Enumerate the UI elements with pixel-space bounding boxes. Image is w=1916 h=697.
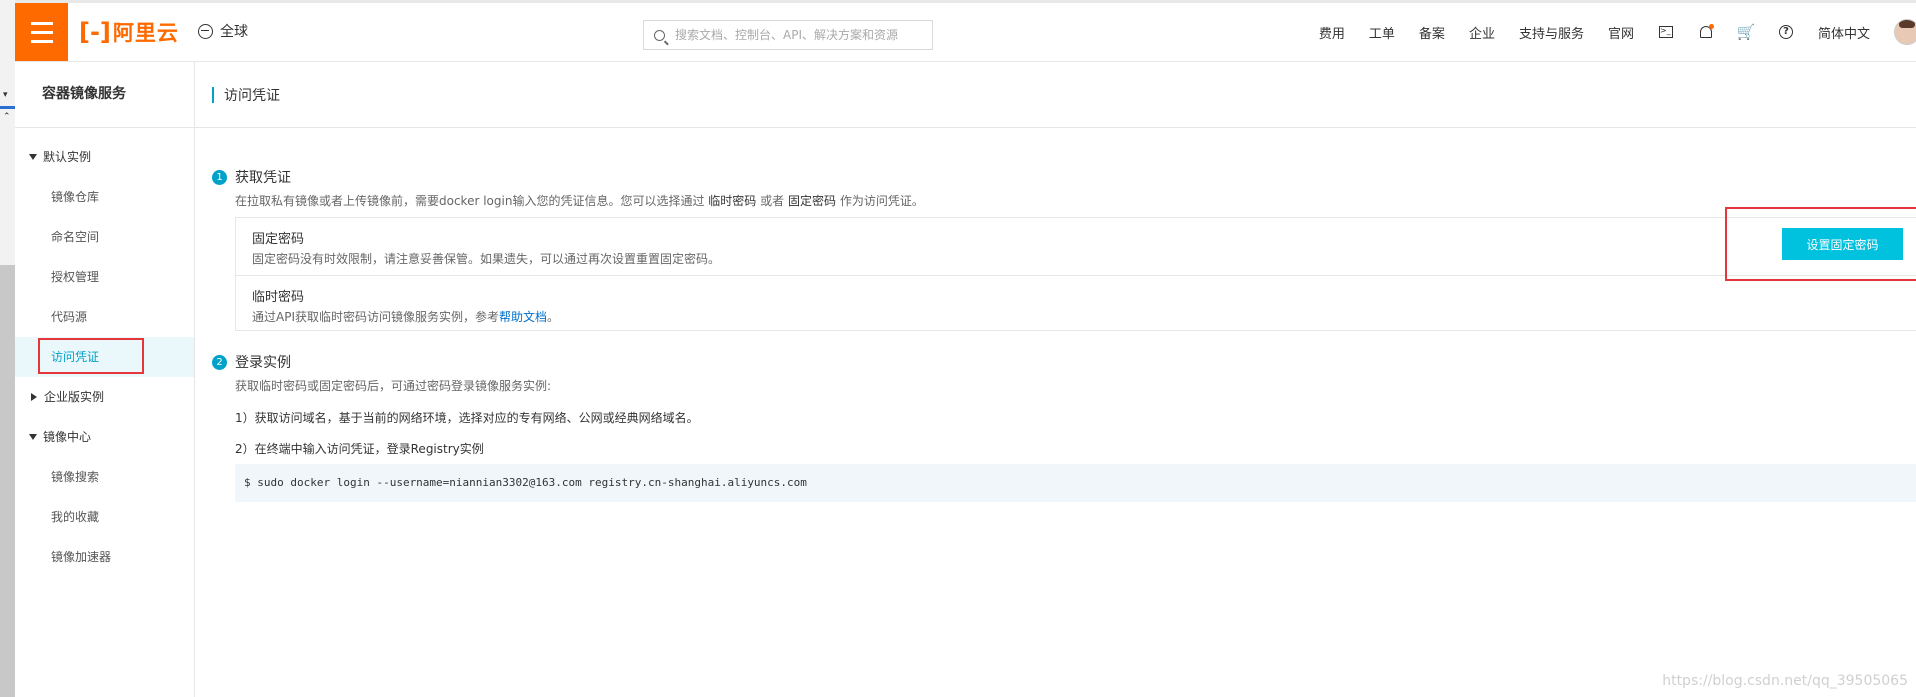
title-accent-bar	[212, 86, 214, 103]
sidebar-group-image-center[interactable]: 镜像中心	[15, 417, 194, 457]
terminal-button[interactable]: >_	[1658, 24, 1674, 40]
cart-button[interactable]: 🛒	[1736, 23, 1756, 41]
main-content: 访问凭证 1 获取凭证 在拉取私有镜像或者上传镜像前，需要docker logi…	[195, 62, 1916, 697]
sidebar-group-label: 企业版实例	[44, 390, 105, 404]
chevron-up-icon[interactable]: ⌃	[3, 112, 11, 122]
instruction-line-2: 2）在终端中输入访问凭证，登录Registry实例	[235, 442, 484, 456]
highlight-box	[38, 338, 144, 374]
nav-tickets[interactable]: 工单	[1369, 23, 1395, 42]
search-icon	[654, 29, 665, 41]
top-nav-links: 费用 工单 备案 企业 支持与服务 官网 >_ 🛒 ? 简体中文	[1295, 3, 1916, 61]
fixed-password-row: 固定密码 固定密码没有时效限制，请注意妥善保管。如果遗失，可以通过再次设置重置固…	[236, 218, 1916, 274]
sidebar-group-enterprise-instance[interactable]: 企业版实例	[15, 377, 194, 417]
sidebar-group-default-instance[interactable]: 默认实例	[15, 137, 194, 177]
aliyun-logo-icon: [-]	[79, 18, 111, 46]
scroll-indicator	[0, 106, 15, 109]
nav-icp-filing[interactable]: 备案	[1419, 23, 1445, 42]
step-number-badge: 2	[212, 354, 227, 370]
dropdown-arrow-icon[interactable]: ▾	[3, 90, 8, 100]
brand-logo[interactable]: [-] 阿里云	[79, 18, 179, 46]
desc-text: 在拉取私有镜像或者上传镜像前，需要docker login输入您的凭证信息。您可…	[235, 194, 705, 208]
desc-temp-password: 临时密码	[708, 194, 757, 208]
sidebar-title: 容器镜像服务	[15, 62, 194, 128]
sidebar: 容器镜像服务 默认实例 镜像仓库 命名空间 授权管理 代码源 访问凭证 企业版实…	[15, 62, 195, 697]
sidebar-item-repositories[interactable]: 镜像仓库	[15, 177, 194, 217]
step-get-credentials: 1 获取凭证	[212, 167, 291, 187]
sidebar-group-label: 默认实例	[43, 150, 92, 164]
set-fixed-password-button[interactable]: 设置固定密码	[1782, 228, 1903, 260]
sidebar-item-accelerator[interactable]: 镜像加速器	[15, 537, 194, 577]
step-login-instance: 2 登录实例	[212, 352, 291, 372]
nav-official-site[interactable]: 官网	[1608, 23, 1634, 42]
nav-enterprise[interactable]: 企业	[1469, 23, 1495, 42]
page-title: 访问凭证	[224, 87, 280, 104]
caret-down-icon	[29, 154, 37, 160]
menu-button[interactable]	[15, 3, 68, 61]
nav-fees[interactable]: 费用	[1319, 23, 1345, 42]
browser-side-strip: ▾ ⌃	[0, 0, 16, 697]
instruction-line-1: 1）获取访问域名，基于当前的网络环境，选择对应的专有网络、公网或经典网络域名。	[235, 411, 699, 425]
help-icon: ?	[1778, 25, 1793, 39]
watermark: https://blog.csdn.net/qq_39505065	[1662, 673, 1908, 689]
fixed-password-desc: 固定密码没有时效限制，请注意妥善保管。如果遗失，可以通过再次设置重置固定密码。	[252, 252, 721, 266]
help-button[interactable]: ?	[1778, 24, 1794, 40]
temp-password-title: 临时密码	[252, 290, 305, 305]
avatar[interactable]	[1894, 19, 1916, 45]
sidebar-item-favorites[interactable]: 我的收藏	[15, 497, 194, 537]
globe-icon	[198, 23, 213, 39]
fixed-password-title: 固定密码	[252, 232, 305, 247]
docker-login-command[interactable]: $ sudo docker login --username=niannian3…	[235, 464, 1916, 502]
terminal-icon: >_	[1658, 26, 1673, 38]
step-description: 在拉取私有镜像或者上传镜像前，需要docker login输入您的凭证信息。您可…	[235, 192, 924, 209]
bell-icon	[1699, 24, 1714, 38]
desc-fixed-password: 固定密码	[787, 194, 836, 208]
sidebar-item-code-source[interactable]: 代码源	[15, 297, 194, 337]
step-description: 获取临时密码或固定密码后，可通过密码登录镜像服务实例:	[235, 379, 552, 393]
search-input[interactable]	[673, 27, 917, 43]
notification-button[interactable]	[1698, 24, 1714, 40]
region-selector[interactable]: 全球	[198, 21, 248, 41]
brand-name: 阿里云	[112, 21, 179, 45]
sidebar-item-image-search[interactable]: 镜像搜索	[15, 457, 194, 497]
temp-desc-text: 通过API获取临时密码访问镜像服务实例，参考	[252, 310, 499, 324]
desc-text-end: 作为访问凭证。	[839, 194, 924, 208]
page-header: 访问凭证	[195, 62, 1916, 128]
credentials-card: 固定密码 固定密码没有时效限制，请注意妥善保管。如果遗失，可以通过再次设置重置固…	[235, 217, 1916, 331]
nav-support[interactable]: 支持与服务	[1519, 23, 1584, 42]
scrollbar[interactable]	[0, 265, 15, 697]
temp-password-desc: 通过API获取临时密码访问镜像服务实例，参考帮助文档。	[252, 308, 559, 325]
temp-password-row: 临时密码 通过API获取临时密码访问镜像服务实例，参考帮助文档。	[236, 275, 1916, 332]
sidebar-item-namespaces[interactable]: 命名空间	[15, 217, 194, 257]
step-title: 登录实例	[235, 355, 291, 371]
step-number-badge: 1	[212, 169, 227, 185]
language-selector[interactable]: 简体中文	[1818, 23, 1870, 42]
top-navigation-bar: [-] 阿里云 全球 费用 工单 备案 企业 支持与服务 官网 >_ 🛒 ? 简…	[15, 3, 1916, 62]
region-label: 全球	[220, 24, 248, 40]
hamburger-icon	[30, 19, 53, 46]
sidebar-item-authorization[interactable]: 授权管理	[15, 257, 194, 297]
step-title: 获取凭证	[235, 170, 291, 186]
sidebar-item-access-credentials[interactable]: 访问凭证	[15, 337, 194, 377]
sidebar-group-label: 镜像中心	[43, 430, 92, 444]
cart-icon: 🛒	[1736, 23, 1756, 41]
caret-down-icon	[29, 434, 37, 440]
help-doc-link[interactable]: 帮助文档	[499, 310, 547, 324]
temp-desc-end: 。	[547, 310, 560, 324]
desc-or: 或者	[760, 194, 785, 208]
search-box[interactable]	[643, 20, 933, 50]
caret-right-icon	[31, 393, 37, 401]
